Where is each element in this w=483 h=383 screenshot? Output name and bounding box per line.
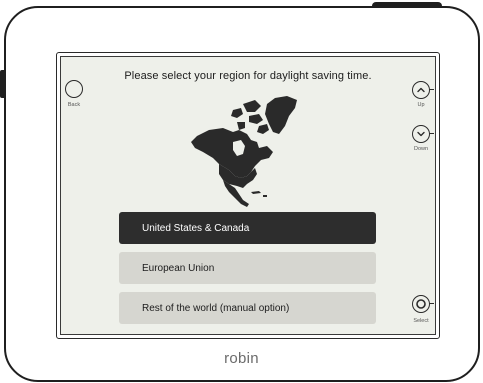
down-connector — [429, 133, 434, 135]
chevron-down-icon — [417, 131, 425, 137]
down-button[interactable] — [412, 125, 430, 143]
back-button[interactable] — [65, 80, 83, 98]
device-top-bump — [372, 2, 442, 8]
select-connector — [429, 303, 434, 305]
up-button[interactable] — [412, 81, 430, 99]
screen: Please select your region for daylight s… — [60, 56, 436, 335]
down-label: Down — [413, 146, 429, 152]
option-european-union[interactable]: European Union — [119, 252, 376, 284]
option-united-states-canada[interactable]: United States & Canada — [119, 212, 376, 244]
up-label: Up — [417, 102, 425, 108]
select-button[interactable] — [412, 295, 430, 313]
up-connector — [429, 89, 434, 91]
device-side-bump — [0, 70, 4, 98]
back-label: Back — [67, 102, 81, 108]
north-america-map-icon — [191, 96, 297, 207]
brand-logo: robin — [224, 350, 259, 367]
option-label: European Union — [142, 262, 215, 274]
option-label: Rest of the world (manual option) — [142, 302, 290, 314]
chevron-up-icon — [417, 87, 425, 93]
select-ring-icon — [416, 299, 426, 309]
page-title: Please select your region for daylight s… — [124, 70, 372, 82]
select-label: Select — [413, 318, 429, 324]
option-label: United States & Canada — [142, 222, 250, 234]
option-rest-of-world[interactable]: Rest of the world (manual option) — [119, 292, 376, 324]
